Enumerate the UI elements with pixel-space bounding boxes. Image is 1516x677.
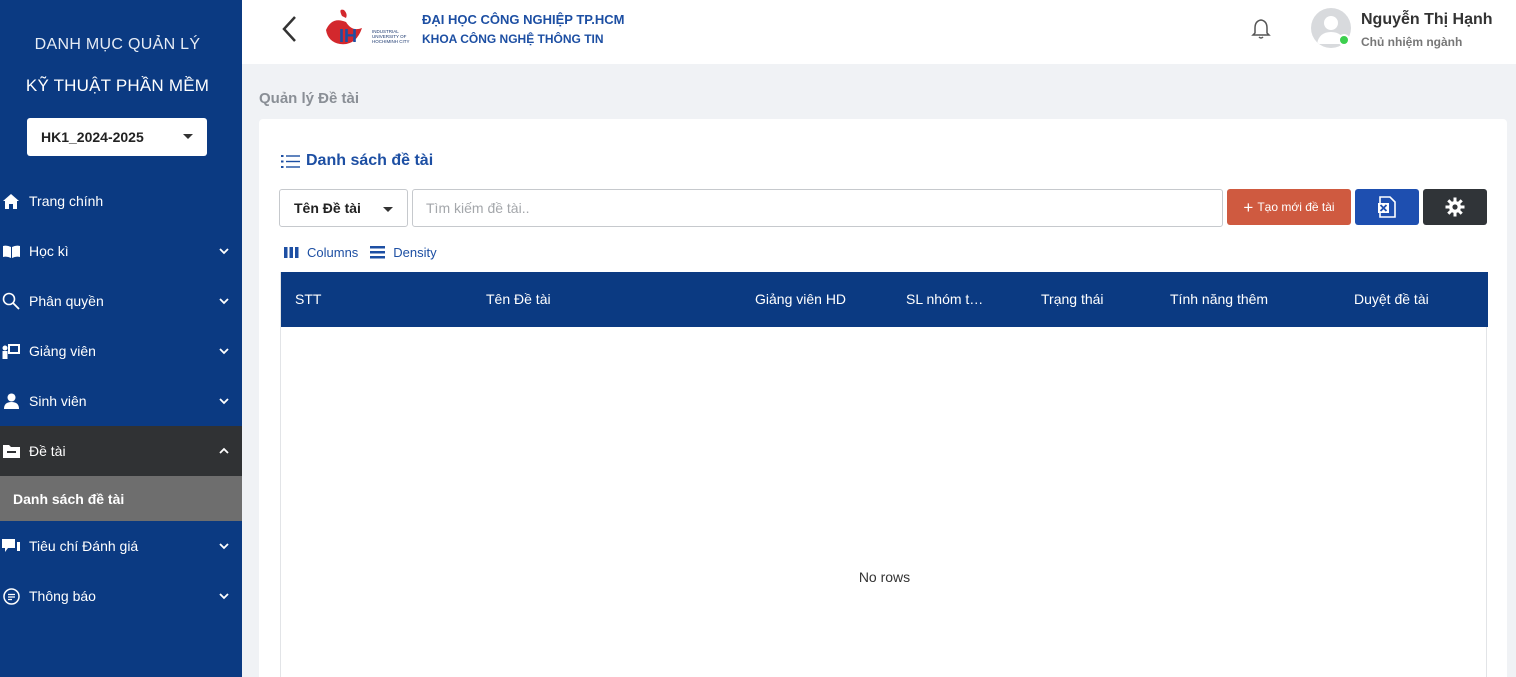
column-header-sl-nhom[interactable]: SL nhóm t… <box>906 291 983 307</box>
settings-button[interactable] <box>1423 189 1487 225</box>
term-select-value: HK1_2024-2025 <box>41 129 144 145</box>
column-header-giang-vien-hd[interactable]: Giảng viên HD <box>755 291 846 307</box>
column-header-ten-de-tai[interactable]: Tên Đề tài <box>486 291 551 307</box>
chat-icon <box>2 537 20 555</box>
book-icon <box>2 242 20 260</box>
column-header-duyet-de-tai[interactable]: Duyệt đề tài <box>1354 291 1429 307</box>
sidebar-item-label: Giảng viên <box>29 343 96 359</box>
card-title: Danh sách đề tài <box>281 152 433 170</box>
density-button[interactable]: Density <box>370 245 437 260</box>
user-role: Chủ nhiệm ngành <box>1361 35 1463 49</box>
table-header: STT Tên Đề tài Giảng viên HD SL nhóm t… … <box>281 272 1488 327</box>
excel-icon <box>1378 196 1396 218</box>
density-icon <box>370 246 386 259</box>
list-icon <box>281 154 300 168</box>
sidebar-item-label: Phân quyền <box>29 293 104 309</box>
university-logo: IH INDUSTRIAL UNIVERSITY OF HOCHIMINH CI… <box>326 9 410 46</box>
plus-icon: + <box>1243 197 1254 217</box>
sidebar-item-de-tai[interactable]: Đề tài <box>0 426 242 476</box>
column-header-tinh-nang-them[interactable]: Tính năng thêm <box>1170 291 1268 307</box>
online-status-dot <box>1338 34 1350 46</box>
sidebar-item-hoc-ki[interactable]: Học kì <box>0 226 242 276</box>
chevron-down-icon <box>183 134 193 139</box>
sidebar-item-label: Tiêu chí Đánh giá <box>29 538 139 554</box>
top-header: IH INDUSTRIAL UNIVERSITY OF HOCHIMINH CI… <box>242 0 1516 64</box>
columns-button[interactable]: Columns <box>284 245 358 260</box>
topic-table: STT Tên Đề tài Giảng viên HD SL nhóm t… … <box>280 272 1488 677</box>
empty-state: No rows <box>858 569 911 585</box>
sidebar: DANH MỤC QUẢN LÝ KỸ THUẬT PHẦN MỀM HK1_2… <box>0 0 242 677</box>
sidebar-item-label: Học kì <box>29 243 69 259</box>
card-title-text: Danh sách đề tài <box>306 152 434 169</box>
create-topic-button[interactable]: + Tạo mới đề tài <box>1227 189 1351 225</box>
sidebar-item-label: Thông báo <box>29 588 96 604</box>
sidebar-item-label: Sinh viên <box>29 393 87 409</box>
column-header-trang-thai[interactable]: Trạng thái <box>1041 291 1104 307</box>
student-icon <box>2 392 20 410</box>
chevron-down-icon <box>219 398 229 405</box>
column-header-stt[interactable]: STT <box>295 291 321 307</box>
export-excel-button[interactable] <box>1355 189 1419 225</box>
chevron-down-icon <box>219 543 229 550</box>
sidebar-item-sinh-vien[interactable]: Sinh viên <box>0 376 242 426</box>
grid-toolbar: Columns Density <box>284 245 449 260</box>
sidebar-item-giang-vien[interactable]: Giảng viên <box>0 326 242 376</box>
back-arrow-icon[interactable] <box>280 14 300 44</box>
sidebar-subitem-danh-sach-de-tai[interactable]: Danh sách đề tài <box>0 476 242 521</box>
gear-icon <box>1445 197 1465 217</box>
sidebar-item-trang-chinh[interactable]: Trang chính <box>0 176 242 226</box>
search-field-value: Tên Đề tài <box>294 200 361 216</box>
sidebar-item-thong-bao[interactable]: Thông báo <box>0 571 242 621</box>
svg-text:HOCHIMINH CITY: HOCHIMINH CITY <box>372 39 410 44</box>
search-field-select[interactable]: Tên Đề tài <box>279 189 408 227</box>
sidebar-title: DANH MỤC QUẢN LÝ <box>34 36 201 53</box>
chevron-down-icon <box>219 593 229 600</box>
message-icon <box>2 587 20 605</box>
user-name[interactable]: Nguyễn Thị Hạnh <box>1361 11 1493 29</box>
chevron-down-icon <box>219 298 229 305</box>
chevron-down-icon <box>219 248 229 255</box>
density-label: Density <box>393 245 437 260</box>
chevron-up-icon <box>219 447 229 454</box>
columns-icon <box>284 247 299 258</box>
university-name: ĐẠI HỌC CÔNG NGHIỆP TP.HCM <box>422 12 625 27</box>
term-select[interactable]: HK1_2024-2025 <box>27 118 207 156</box>
svg-text:IH: IH <box>339 26 357 46</box>
sidebar-subtitle: KỸ THUẬT PHẦN MỀM <box>25 76 210 95</box>
home-icon <box>2 192 20 210</box>
chevron-down-icon <box>383 207 393 212</box>
folder-icon <box>2 442 20 460</box>
lecturer-icon <box>2 342 20 360</box>
faculty-name: KHOA CÔNG NGHỆ THÔNG TIN <box>422 32 604 46</box>
search-input[interactable] <box>412 189 1223 227</box>
columns-label: Columns <box>307 245 359 260</box>
bell-icon[interactable] <box>1251 18 1271 40</box>
chevron-down-icon <box>219 348 229 355</box>
sidebar-item-label: Trang chính <box>29 193 104 209</box>
page-title: Quản lý Đề tài <box>259 90 360 107</box>
sidebar-item-tieu-chi-danh-gia[interactable]: Tiêu chí Đánh giá <box>0 521 242 571</box>
sidebar-item-label: Đề tài <box>29 443 66 459</box>
create-topic-label: Tạo mới đề tài <box>1257 200 1335 214</box>
topic-list-card: Danh sách đề tài Tên Đề tài + Tạo mới đề… <box>259 119 1507 677</box>
sidebar-item-phan-quyen[interactable]: Phân quyền <box>0 276 242 326</box>
sidebar-nav: Trang chính Học kì Phân quyền Giảng viên <box>0 176 242 621</box>
key-search-icon <box>2 292 20 310</box>
